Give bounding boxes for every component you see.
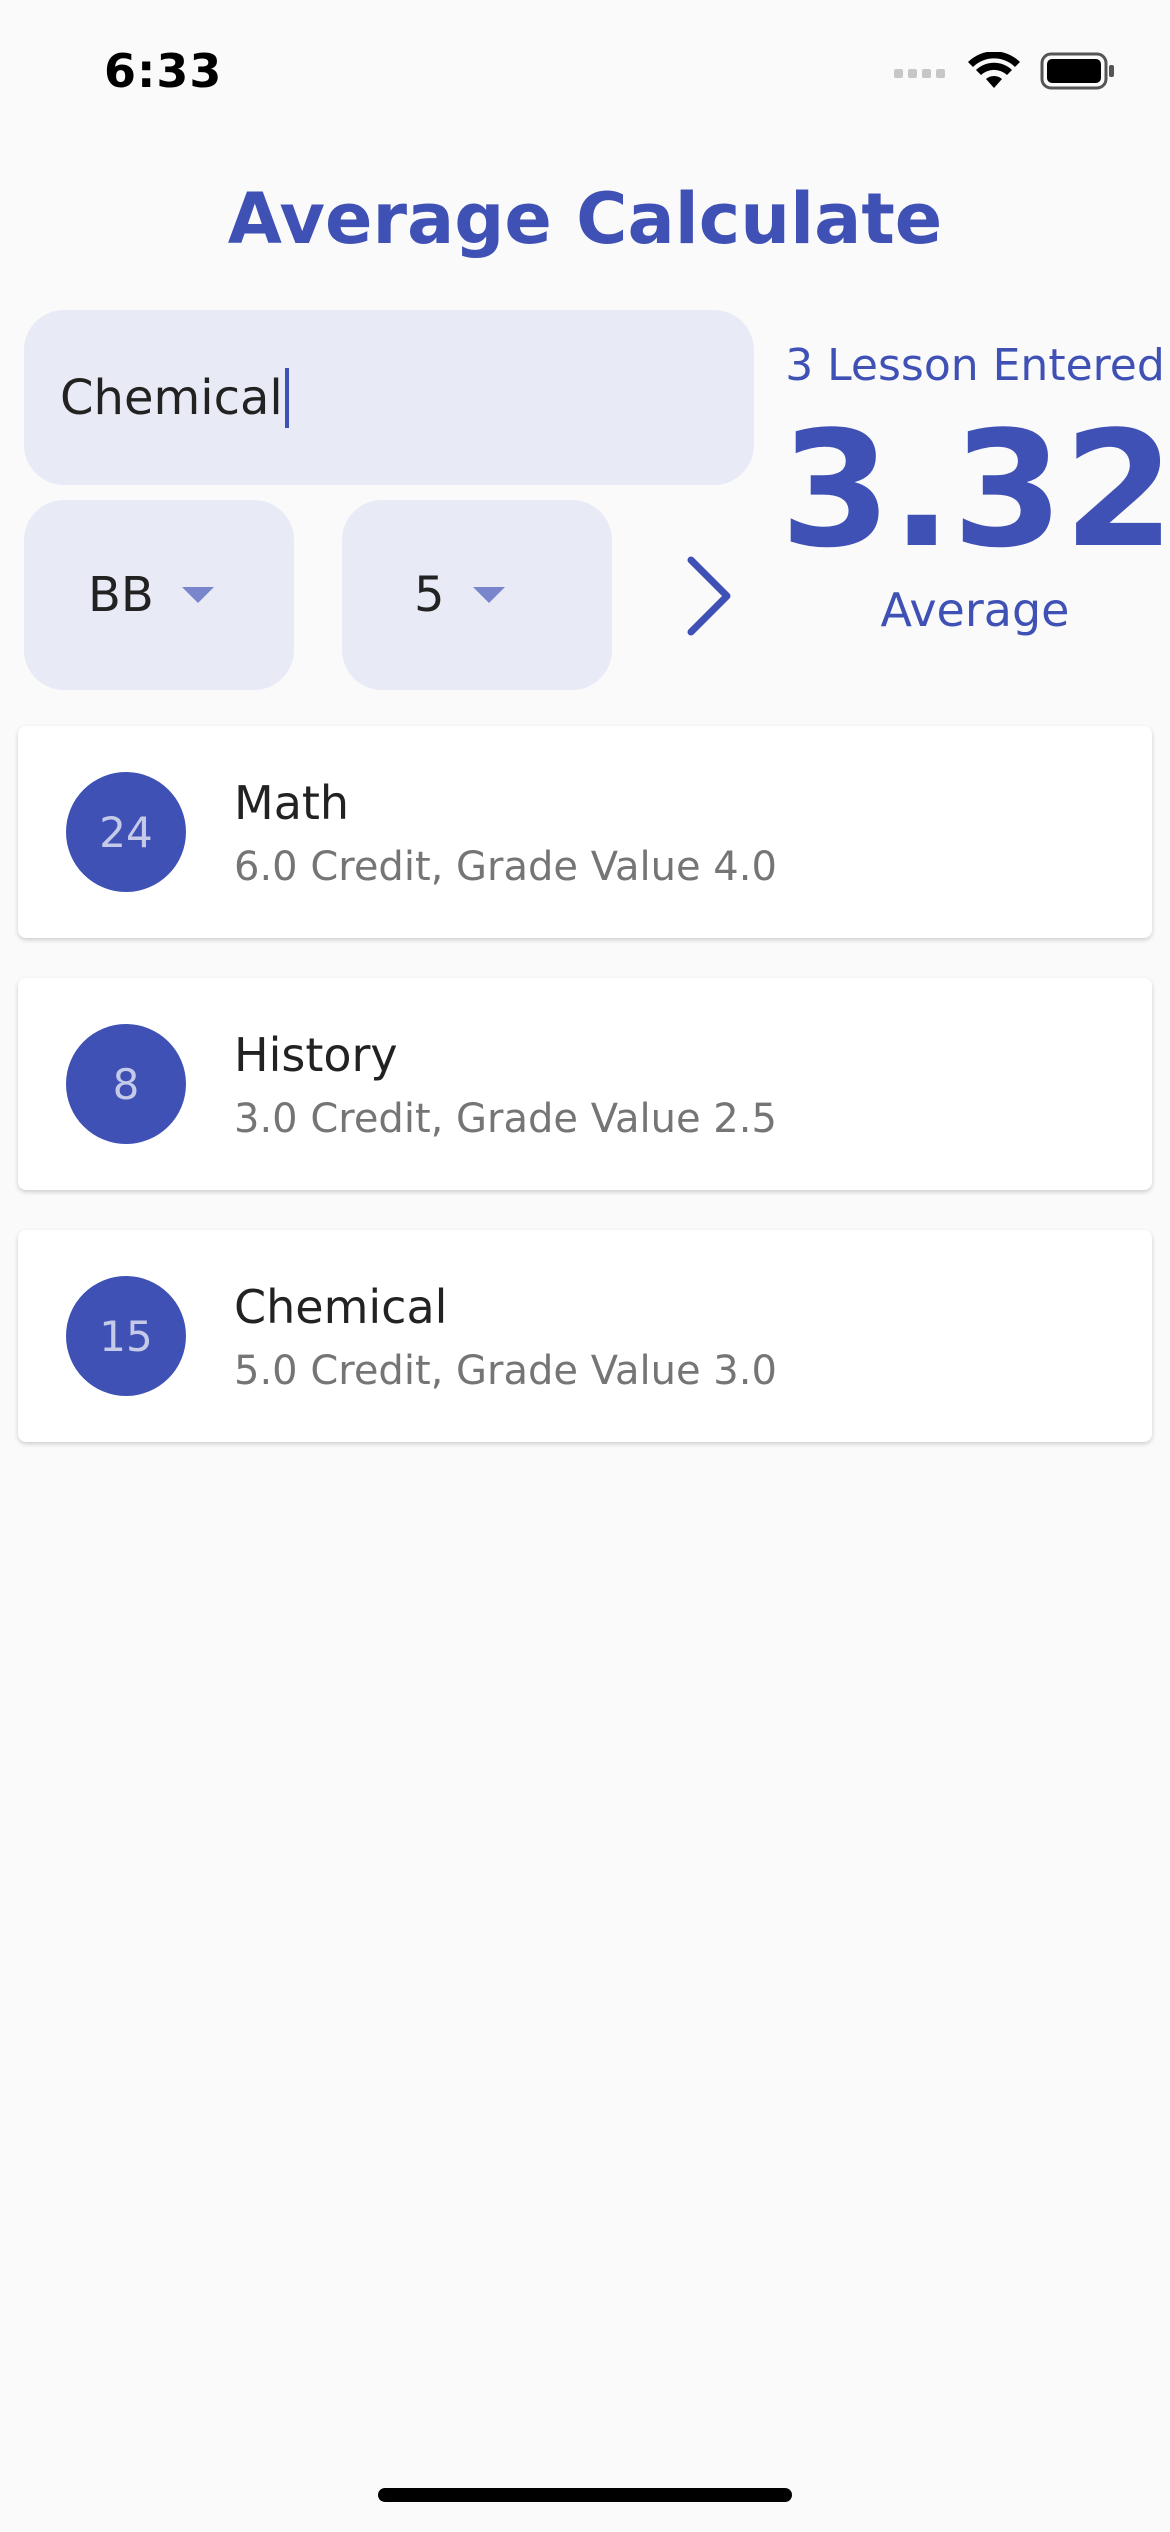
- lesson-details: 5.0 Credit, Grade Value 3.0: [234, 1348, 777, 1394]
- status-time: 6:33: [104, 44, 223, 98]
- lesson-name-input[interactable]: Chemical: [24, 310, 754, 485]
- lesson-badge: 15: [66, 1276, 186, 1396]
- lesson-list-item[interactable]: 8 History 3.0 Credit, Grade Value 2.5: [18, 978, 1152, 1190]
- chevron-right-icon: [685, 556, 735, 640]
- lesson-details: 6.0 Credit, Grade Value 4.0: [234, 844, 777, 890]
- text-cursor: [284, 367, 289, 428]
- lesson-name-value: Chemical: [60, 369, 283, 426]
- lesson-name: Math: [234, 776, 350, 830]
- credit-dropdown[interactable]: 5: [342, 500, 612, 690]
- lesson-count-text: 3 Lesson Entered: [785, 340, 1165, 391]
- lesson-list-item[interactable]: 15 Chemical 5.0 Credit, Grade Value 3.0: [18, 1230, 1152, 1442]
- page-title: Average Calculate: [227, 178, 943, 260]
- grade-dropdown[interactable]: BB: [24, 500, 294, 690]
- wifi-icon: [968, 51, 1020, 94]
- battery-icon: [1040, 52, 1116, 94]
- dropdown-arrow-icon: [472, 587, 505, 603]
- lesson-badge: 24: [66, 772, 186, 892]
- credit-selected-value: 5: [414, 567, 445, 623]
- status-bar: 6:33: [0, 0, 1170, 150]
- average-summary: 3 Lesson Entered 3.32 Average: [780, 340, 1170, 637]
- add-lesson-button[interactable]: [670, 548, 750, 648]
- cellular-signal-icon: [894, 61, 948, 85]
- lesson-details: 3.0 Credit, Grade Value 2.5: [234, 1096, 777, 1142]
- home-indicator[interactable]: [378, 2488, 792, 2502]
- dropdown-arrow-icon: [181, 587, 214, 603]
- lesson-list-item[interactable]: 24 Math 6.0 Credit, Grade Value 4.0: [18, 726, 1152, 938]
- grade-selected-value: BB: [88, 567, 154, 623]
- lesson-name: Chemical: [234, 1280, 448, 1334]
- lesson-name: History: [234, 1028, 398, 1082]
- average-value: 3.32: [780, 396, 1170, 583]
- average-label: Average: [880, 583, 1070, 637]
- lesson-badge: 8: [66, 1024, 186, 1144]
- status-icons: [894, 51, 1116, 94]
